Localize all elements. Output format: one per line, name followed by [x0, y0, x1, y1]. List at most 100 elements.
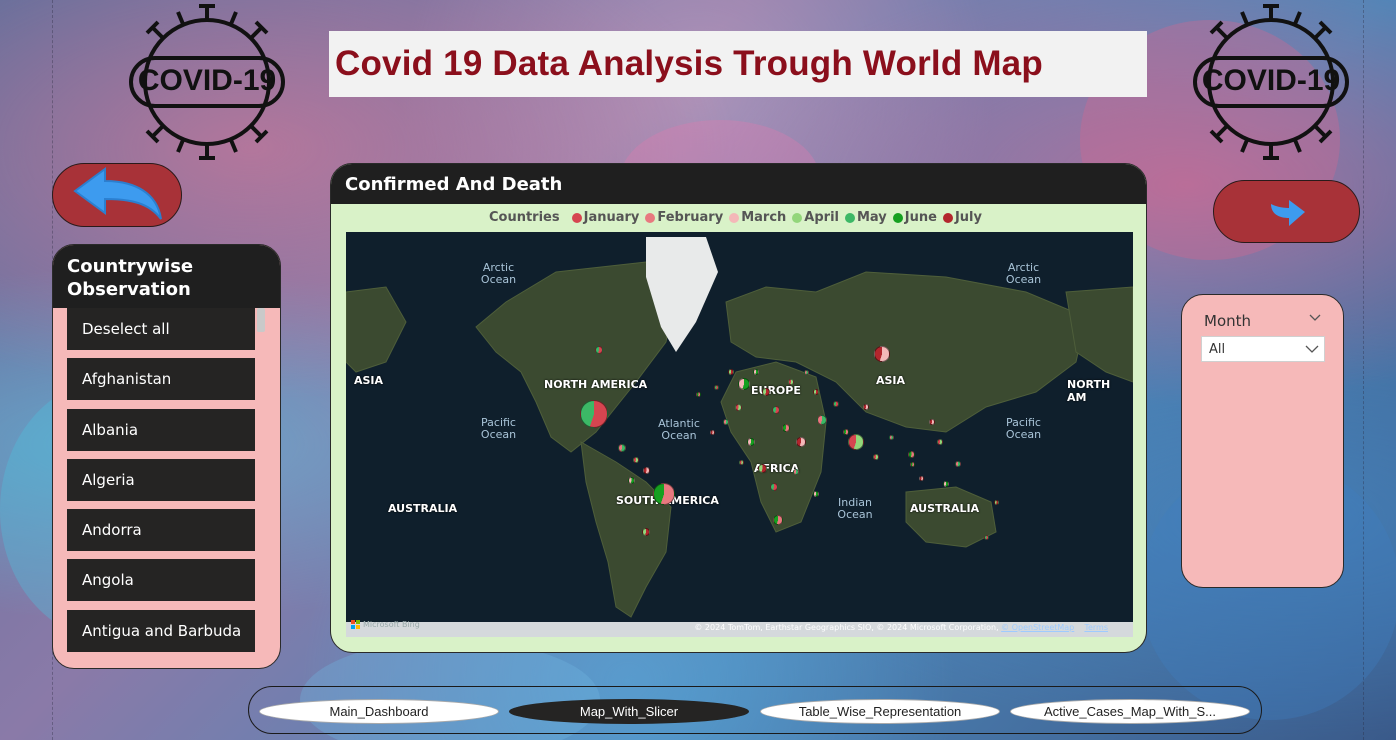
map-bubble[interactable]	[983, 534, 989, 540]
map-bubble[interactable]	[817, 415, 827, 425]
legend-swatch	[942, 212, 953, 223]
legend-title: Countries	[488, 210, 560, 225]
map-bubble[interactable]	[943, 481, 949, 487]
legend-label: April	[804, 210, 839, 225]
slicer-item-country[interactable]: Antigua and Barbuda	[67, 609, 255, 652]
back-button[interactable]	[52, 163, 182, 227]
slicer-item-deselect-all[interactable]: Deselect all	[67, 308, 255, 350]
map-provider-label: Microsoft Bing	[363, 620, 420, 629]
map-bubble[interactable]	[738, 378, 750, 390]
legend-label: June	[904, 210, 937, 225]
next-button[interactable]	[1213, 180, 1360, 243]
map-bubble[interactable]	[813, 491, 819, 497]
legend-label: February	[657, 210, 724, 225]
map-bubble[interactable]	[642, 528, 650, 536]
map-attribution: © 2024 TomTom, Earthstar Geographics SIO…	[694, 623, 1108, 632]
country-slicer: Countrywise Observation Deselect all Afg…	[52, 244, 281, 669]
legend-swatch	[792, 212, 803, 223]
map-bubble[interactable]	[863, 404, 869, 410]
map-bubble[interactable]	[793, 469, 799, 475]
map-bubble[interactable]	[709, 429, 715, 435]
legend-entry[interactable]: April	[792, 210, 839, 225]
map-bubble[interactable]	[848, 434, 864, 450]
legend-entry[interactable]: May	[845, 210, 887, 225]
map-bubble[interactable]	[773, 515, 783, 525]
map-bubble[interactable]	[929, 419, 935, 425]
map-bubble[interactable]	[909, 461, 915, 467]
map-bubble[interactable]	[734, 403, 742, 411]
tab-map-with-slicer[interactable]: Map_With_Slicer	[509, 699, 749, 724]
map-bubble[interactable]	[772, 406, 780, 414]
country-slicer-title: Countrywise Observation	[53, 245, 280, 308]
map-bubble[interactable]	[713, 384, 719, 390]
world-map[interactable]: ASIA Arctic Ocean Arctic Ocean NORTH AME…	[346, 232, 1133, 637]
covid-logo-right: COVID-19	[1191, 2, 1351, 162]
map-bubble[interactable]	[813, 389, 819, 395]
legend-swatch	[571, 212, 582, 223]
map-label-arctic-right: Arctic Ocean	[1005, 261, 1042, 286]
map-bubble[interactable]	[782, 424, 790, 432]
slicer-scrollbar[interactable]	[257, 308, 265, 332]
map-bubble[interactable]	[723, 419, 729, 425]
slicer-item-country[interactable]: Andorra	[67, 509, 255, 552]
map-bubble[interactable]	[888, 434, 894, 440]
legend-swatch	[645, 212, 656, 223]
map-bubble[interactable]	[762, 388, 770, 396]
map-bubble[interactable]	[633, 457, 639, 463]
tab-main-dashboard[interactable]: Main_Dashboard	[259, 699, 499, 724]
map-bubble[interactable]	[955, 461, 961, 467]
tab-active-cases-map[interactable]: Active_Cases_Map_With_S...	[1010, 699, 1250, 724]
map-bubble[interactable]	[843, 429, 849, 435]
legend-entry[interactable]: June	[892, 210, 937, 225]
map-bubble[interactable]	[653, 483, 675, 505]
forward-arrow-icon	[1270, 199, 1305, 226]
map-bubble[interactable]	[993, 499, 999, 505]
month-selected-value: All	[1209, 342, 1226, 357]
map-visual-title: Confirmed And Death	[331, 164, 1146, 204]
map-bubble[interactable]	[753, 369, 759, 375]
map-label-pacific-right: Pacific Ocean	[1005, 416, 1042, 441]
map-label-asia-left: ASIA	[354, 374, 384, 387]
map-bubble[interactable]	[728, 369, 734, 375]
map-bubble[interactable]	[873, 454, 879, 460]
terms-link[interactable]: Terms	[1084, 623, 1108, 632]
legend-entry[interactable]: February	[645, 210, 723, 225]
map-bubble[interactable]	[747, 438, 755, 446]
map-bubble[interactable]	[580, 400, 608, 428]
legend-entry[interactable]: January	[571, 210, 639, 225]
slicer-item-country[interactable]: Afghanistan	[67, 358, 255, 401]
chevron-down-icon[interactable]	[1308, 311, 1322, 325]
map-bubble[interactable]	[833, 401, 839, 407]
map-bubble[interactable]	[618, 444, 626, 452]
slicer-item-country[interactable]: Algeria	[67, 458, 255, 501]
map-bubble[interactable]	[642, 466, 650, 474]
month-dropdown[interactable]: All	[1201, 336, 1325, 362]
legend-swatch	[845, 212, 855, 223]
slicer-item-country[interactable]: Albania	[67, 408, 255, 451]
map-legend: Countries January February March April M…	[331, 210, 1146, 225]
map-bubble[interactable]	[595, 346, 603, 354]
map-bubble[interactable]	[796, 437, 806, 447]
attribution-text: © 2024 TomTom, Earthstar Geographics SIO…	[694, 623, 999, 632]
map-bubble[interactable]	[907, 450, 915, 458]
month-slicer-label: Month	[1204, 312, 1252, 330]
month-slicer: Month All	[1181, 294, 1344, 588]
map-bubble[interactable]	[770, 483, 778, 491]
map-bubble[interactable]	[627, 476, 635, 484]
legend-entry[interactable]: July	[942, 210, 982, 225]
osm-link[interactable]: © OpenStreetMap	[1001, 623, 1074, 632]
map-bubble[interactable]	[918, 475, 924, 481]
slicer-item-country[interactable]: Angola	[67, 559, 255, 602]
covid-logo-left: COVID-19	[127, 2, 287, 162]
microsoft-logo-icon	[351, 620, 360, 629]
map-bubble[interactable]	[788, 379, 794, 385]
map-bubble[interactable]	[757, 463, 767, 473]
map-bubble[interactable]	[803, 369, 809, 375]
map-bubble[interactable]	[695, 391, 701, 397]
chevron-down-icon	[1305, 345, 1319, 353]
tab-table-wise-representation[interactable]: Table_Wise_Representation	[760, 699, 1000, 724]
map-bubble[interactable]	[738, 459, 744, 465]
map-bubble[interactable]	[874, 346, 890, 362]
legend-entry[interactable]: March	[729, 210, 786, 225]
map-bubble[interactable]	[937, 439, 943, 445]
